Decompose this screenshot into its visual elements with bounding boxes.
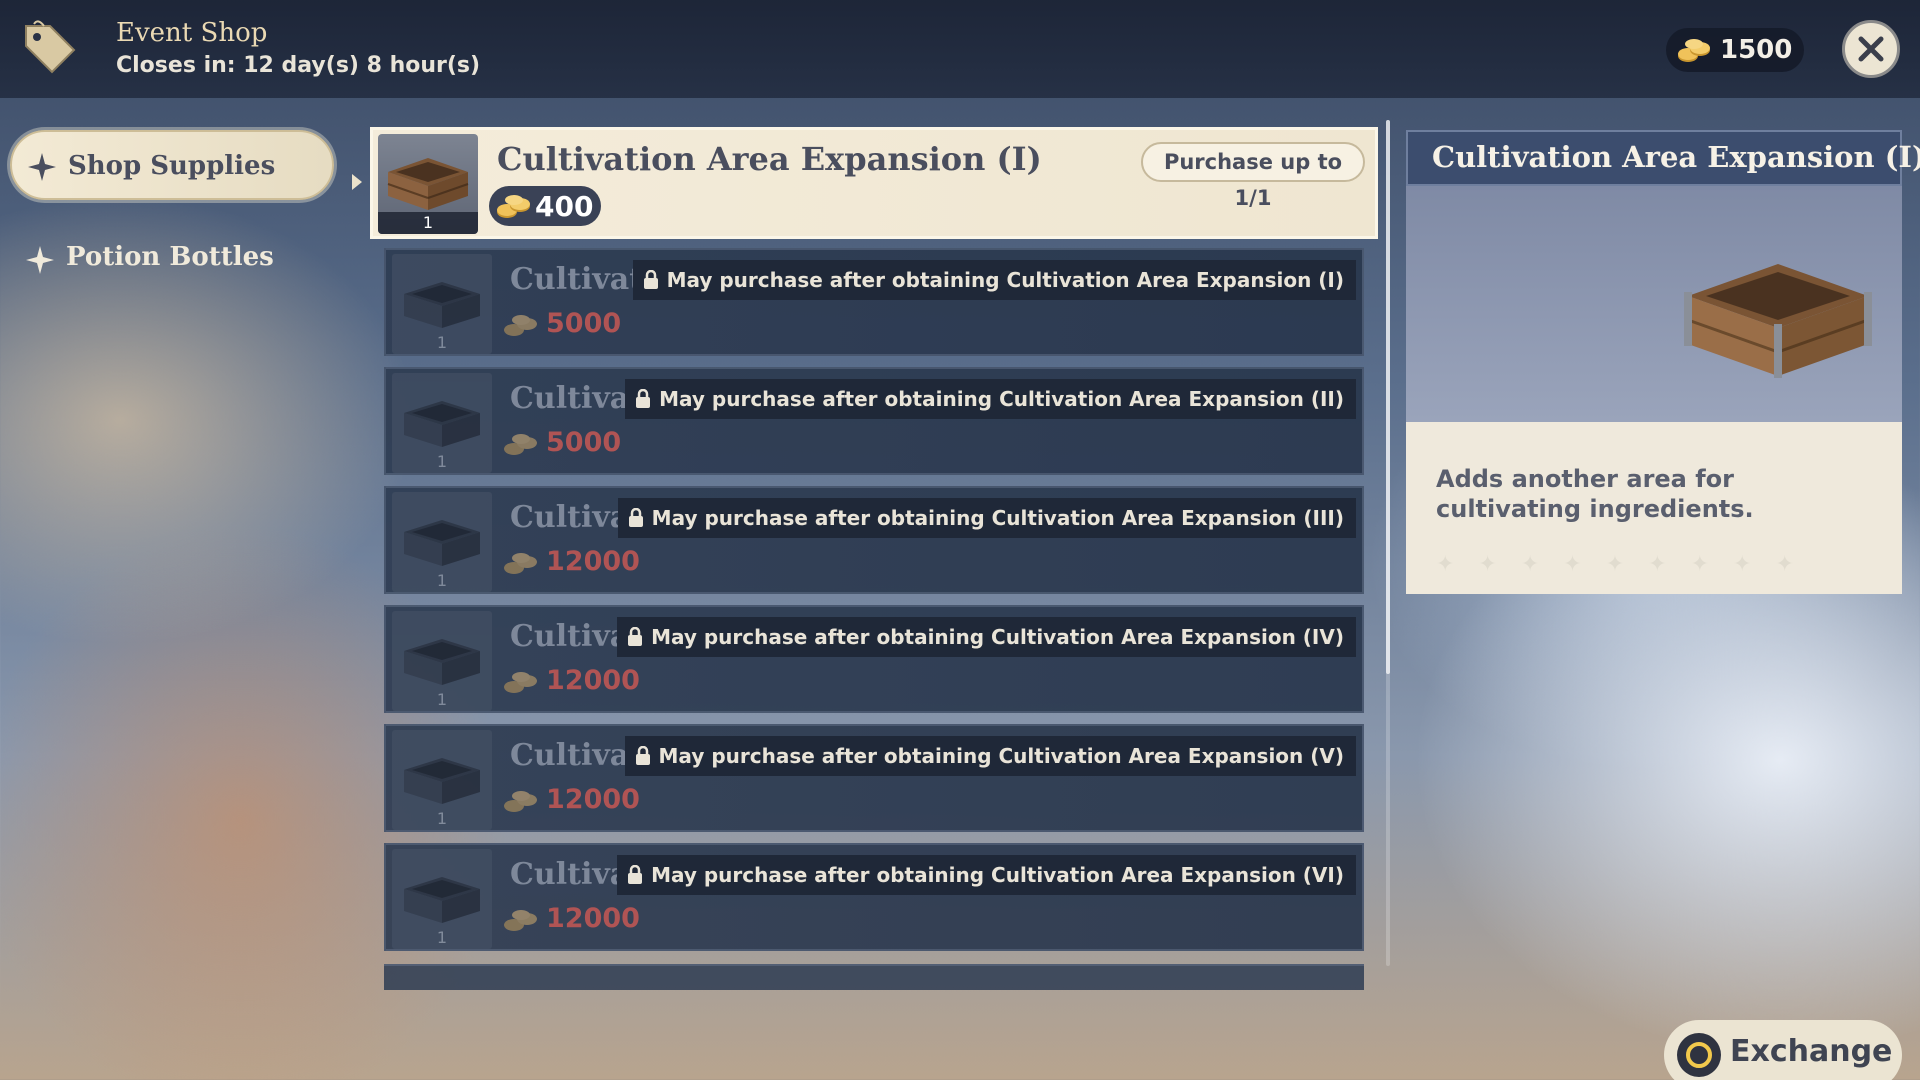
- detail-image: [1406, 186, 1902, 422]
- currency-amount: 1500: [1720, 35, 1793, 65]
- item-quantity: 1: [436, 333, 448, 352]
- detail-description: Adds another area for cultivating ingred…: [1406, 422, 1902, 594]
- shop-item-locked[interactable]: 1 Cultivation Area Expansion (V) May pur…: [384, 605, 1364, 713]
- scrollbar-thumb[interactable]: [1386, 120, 1390, 674]
- item-price-value: 12000: [546, 903, 640, 934]
- lock-notice: May purchase after obtaining Cultivation…: [617, 498, 1356, 538]
- lock-notice: May purchase after obtaining Cultivation…: [625, 379, 1356, 419]
- planter-box-icon: [1684, 264, 1872, 378]
- item-quantity: 1: [378, 212, 478, 234]
- item-price: 400: [489, 186, 601, 226]
- controller-button-icon: [1677, 1033, 1721, 1077]
- star-icon: [28, 153, 56, 181]
- caret-right-icon: [352, 174, 362, 190]
- item-price-value: 12000: [546, 784, 640, 815]
- lock-notice-text: May purchase after obtaining Cultivation…: [651, 863, 1344, 887]
- exchange-button[interactable]: Exchange: [1664, 1020, 1902, 1080]
- lock-notice: May purchase after obtaining Cultivation…: [617, 855, 1356, 895]
- coin-icon: [504, 910, 537, 931]
- detail-header: Cultivation Area Expansion (I): [1406, 130, 1920, 186]
- coin-icon: [504, 672, 537, 693]
- star-icon: [26, 246, 54, 274]
- currency-display: 1500: [1666, 28, 1804, 72]
- item-thumbnail: 1: [392, 254, 492, 354]
- lock-icon: [643, 270, 658, 289]
- item-quantity: 1: [436, 452, 448, 471]
- item-quantity: 1: [436, 571, 448, 590]
- shop-close-timer: Closes in: 12 day(s) 8 hour(s): [116, 53, 481, 78]
- item-thumbnail: 1: [392, 611, 492, 711]
- item-thumbnail: 1: [392, 492, 492, 592]
- item-thumbnail: 1: [378, 134, 478, 234]
- shop-item-partial[interactable]: [384, 964, 1364, 990]
- item-quantity: 1: [436, 809, 448, 828]
- shop-item-selected[interactable]: 1 Cultivation Area Expansion (I) Purchas…: [370, 127, 1378, 239]
- lock-icon: [628, 627, 643, 646]
- category-label: Shop Supplies: [68, 151, 276, 181]
- shop-item-locked[interactable]: 1 Cultivation Area Expansion (IV) May pu…: [384, 486, 1364, 594]
- lock-notice: May purchase after obtaining Cultivation…: [624, 736, 1356, 776]
- category-shop-supplies[interactable]: Shop Supplies: [10, 130, 334, 200]
- lock-icon: [628, 508, 643, 527]
- item-price-value: 12000: [546, 665, 640, 696]
- lock-notice-text: May purchase after obtaining Cultivation…: [659, 387, 1344, 411]
- shop-item-locked[interactable]: 1 Cultivation Area Expansion (II) May pu…: [384, 248, 1364, 356]
- tag-icon: [25, 20, 76, 74]
- coin-icon: [504, 315, 537, 336]
- item-name: Cultivation Area Expansion (I): [497, 140, 1042, 178]
- coin-icon: [504, 553, 537, 574]
- shop-item-locked[interactable]: 1 Cultivation Area Expansion (VII) May p…: [384, 843, 1364, 951]
- lock-icon: [628, 865, 643, 884]
- close-button[interactable]: [1842, 20, 1900, 78]
- item-price-value: 400: [535, 190, 594, 223]
- lock-notice: May purchase after obtaining Cultivation…: [617, 617, 1356, 657]
- lock-notice: May purchase after obtaining Cultivation…: [632, 260, 1356, 300]
- detail-description-text: Adds another area for cultivating ingred…: [1436, 465, 1754, 523]
- header-bar: Event Shop Closes in: 12 day(s) 8 hour(s…: [0, 0, 1920, 98]
- shop-item-locked[interactable]: 1 Cultivation Area Expansion (VI) May pu…: [384, 724, 1364, 832]
- coin-icon: [504, 791, 537, 812]
- shop-title: Event Shop: [116, 18, 268, 48]
- category-label: Potion Bottles: [66, 242, 274, 272]
- lock-icon: [636, 389, 651, 408]
- item-thumbnail: 1: [392, 849, 492, 949]
- purchase-limit-badge: Purchase up to 1/1: [1141, 142, 1365, 210]
- lock-notice-text: May purchase after obtaining Cultivation…: [651, 625, 1344, 649]
- coin-icon: [504, 434, 537, 455]
- decorative-star-pattern: ✦✦✦✦✦✦✦✦✦: [1436, 552, 1818, 577]
- item-price-value: 5000: [546, 308, 622, 339]
- close-icon: [1858, 36, 1884, 62]
- category-potion-bottles[interactable]: Potion Bottles: [26, 240, 326, 280]
- lock-icon: [635, 746, 650, 765]
- lock-notice-text: May purchase after obtaining Cultivation…: [666, 268, 1344, 292]
- item-thumbnail: 1: [392, 730, 492, 830]
- lock-notice-text: May purchase after obtaining Cultivation…: [651, 506, 1344, 530]
- shop-item-locked[interactable]: 1 Cultivation Area Expansion (III) May p…: [384, 367, 1364, 475]
- lock-notice-text: May purchase after obtaining Cultivation…: [658, 744, 1344, 768]
- exchange-label: Exchange: [1730, 1034, 1893, 1069]
- item-thumbnail: 1: [392, 373, 492, 473]
- detail-title: Cultivation Area Expansion (I): [1432, 140, 1920, 174]
- item-quantity: 1: [436, 928, 448, 947]
- coin-icon: [1678, 39, 1710, 62]
- coin-icon: [497, 195, 530, 218]
- item-quantity: 1: [436, 690, 448, 709]
- item-price-value: 12000: [546, 546, 640, 577]
- item-price-value: 5000: [546, 427, 622, 458]
